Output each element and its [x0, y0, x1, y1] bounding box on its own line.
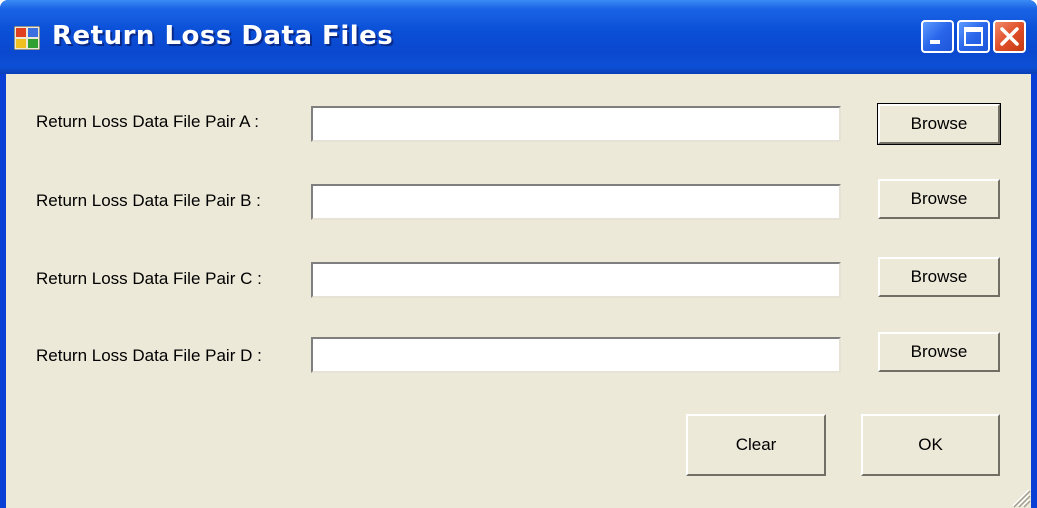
- close-button[interactable]: [993, 20, 1026, 53]
- dialog-client-area: Return Loss Data File Pair A : Browse Re…: [6, 74, 1031, 508]
- file-pair-b-input[interactable]: [311, 184, 841, 220]
- app-icon: [13, 25, 41, 51]
- file-pair-b-label: Return Loss Data File Pair B :: [36, 191, 261, 210]
- file-pair-c-input[interactable]: [311, 262, 841, 298]
- close-icon: [1000, 27, 1019, 46]
- maximize-icon: [964, 27, 983, 46]
- resize-grip-icon[interactable]: [1007, 484, 1031, 508]
- clear-button[interactable]: Clear: [686, 414, 826, 476]
- browse-pair-a-button[interactable]: Browse: [877, 103, 1001, 145]
- file-pair-a-label: Return Loss Data File Pair A :: [36, 112, 259, 131]
- file-pair-c-label: Return Loss Data File Pair C :: [36, 269, 262, 288]
- file-pair-d-input[interactable]: [311, 337, 841, 373]
- browse-pair-c-button[interactable]: Browse: [878, 257, 1000, 297]
- file-pair-d-label: Return Loss Data File Pair D :: [36, 346, 262, 365]
- dialog-window: Return Loss Data Files Return Loss Data …: [0, 0, 1037, 508]
- browse-pair-b-button[interactable]: Browse: [878, 179, 1000, 219]
- browse-pair-d-button[interactable]: Browse: [878, 332, 1000, 372]
- minimize-icon: [930, 40, 940, 44]
- minimize-button[interactable]: [921, 20, 954, 53]
- ok-button[interactable]: OK: [861, 414, 1000, 476]
- title-bar[interactable]: Return Loss Data Files: [0, 0, 1037, 74]
- window-title: Return Loss Data Files: [52, 21, 394, 51]
- maximize-button[interactable]: [957, 20, 990, 53]
- file-pair-a-input[interactable]: [311, 106, 841, 142]
